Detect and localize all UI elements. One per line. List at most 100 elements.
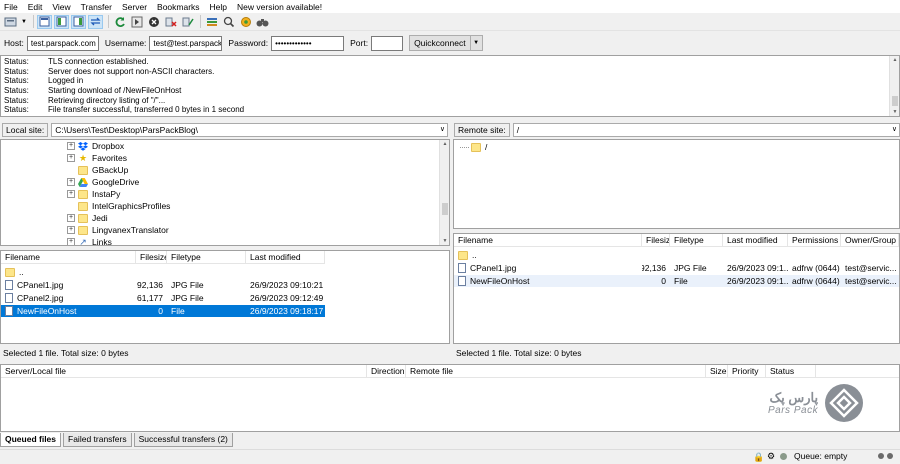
username-input[interactable]: test@test.parspack. (149, 35, 223, 51)
lock-icon[interactable]: 🔒 (753, 452, 764, 463)
col-last-modified[interactable]: Last modified (723, 234, 788, 246)
transfer-status-icon[interactable]: ⚙ (767, 451, 775, 462)
local-site-path-input[interactable]: C:\Users\Test\Desktop\ParsPackBlog\ ∨ (51, 123, 448, 137)
expand-icon[interactable]: + (67, 214, 75, 222)
file-row-selected[interactable]: NewFileOnHost 0 File 26/9/2023 09:18:17 (1, 305, 325, 317)
tree-item[interactable]: IntelGraphicsProfiles (67, 200, 170, 212)
log-scrollbar[interactable]: ▲ ▼ (889, 56, 899, 116)
menu-help[interactable]: Help (210, 2, 227, 12)
scroll-thumb[interactable] (892, 96, 898, 106)
expand-icon[interactable]: + (67, 238, 75, 245)
col-owner-group[interactable]: Owner/Group (841, 234, 899, 246)
menu-server[interactable]: Server (122, 2, 147, 12)
chevron-down-icon[interactable]: ∨ (440, 124, 445, 136)
scroll-down-icon[interactable]: ▼ (440, 237, 449, 245)
local-directory-tree[interactable]: + Dropbox + ★ Favorites GBackUp + GoogleDriv… (0, 139, 450, 246)
col-filesize[interactable]: Filesize (642, 234, 670, 246)
tree-item[interactable]: GBackUp (67, 164, 170, 176)
menu-new-version[interactable]: New version available! (237, 2, 322, 12)
filter-icon[interactable] (204, 15, 219, 29)
file-row[interactable]: CPanel1.jpg 92,136 JPG File 26/9/2023 09… (1, 279, 325, 291)
chevron-down-icon[interactable]: ∨ (892, 124, 897, 136)
port-input[interactable] (371, 35, 404, 51)
col-server-local-file[interactable]: Server/Local file (1, 365, 367, 377)
remote-site-path-input[interactable]: / ∨ (512, 123, 900, 137)
process-queue-icon[interactable] (129, 15, 144, 29)
col-direction[interactable]: Direction (367, 365, 406, 377)
local-tree-scrollbar[interactable]: ▲ ▼ (439, 140, 449, 245)
col-last-modified[interactable]: Last modified (246, 251, 325, 263)
expand-icon[interactable]: + (67, 190, 75, 198)
menu-bookmarks[interactable]: Bookmarks (157, 2, 200, 12)
col-filename[interactable]: Filename (454, 234, 642, 246)
toggle-remote-tree-icon[interactable] (71, 14, 86, 29)
expand-icon[interactable]: + (67, 178, 75, 186)
expand-icon[interactable]: + (67, 154, 75, 162)
compare-icon[interactable] (221, 15, 236, 29)
tree-item[interactable]: + InstaPy (67, 188, 170, 200)
chevron-down-icon[interactable]: ▼ (20, 15, 28, 29)
tree-item[interactable]: + ↗ Links (67, 236, 170, 245)
folder-icon (78, 189, 88, 199)
menu-file[interactable]: File (4, 2, 18, 12)
file-row[interactable]: CPanel2.jpg 61,177 JPG File 26/9/2023 09… (1, 292, 325, 304)
scroll-up-icon[interactable]: ▲ (890, 56, 900, 64)
toggle-queue-icon[interactable] (88, 14, 103, 29)
expand-icon[interactable]: + (67, 142, 75, 150)
tree-item[interactable]: + ★ Favorites (67, 152, 170, 164)
dropbox-icon (78, 141, 88, 151)
cancel-icon[interactable] (146, 15, 161, 29)
remote-directory-tree[interactable]: / (453, 139, 900, 229)
col-remote-file[interactable]: Remote file (406, 365, 706, 377)
menu-view[interactable]: View (52, 2, 70, 12)
speed-limit-icon[interactable] (780, 453, 787, 460)
scroll-up-icon[interactable]: ▲ (440, 140, 449, 148)
tree-item[interactable]: + GoogleDrive (67, 176, 170, 188)
col-permissions[interactable]: Permissions (788, 234, 841, 246)
scroll-thumb[interactable] (442, 203, 448, 215)
reconnect-icon[interactable] (180, 15, 195, 29)
host-input[interactable]: test.parspack.com (26, 35, 99, 51)
col-filename[interactable]: Filename (1, 251, 136, 263)
col-filesize[interactable]: Filesize (136, 251, 167, 263)
site-manager-icon[interactable] (3, 15, 18, 29)
toggle-local-tree-icon[interactable] (54, 14, 69, 29)
log-row: Status: Server does not support non-ASCII… (4, 66, 215, 76)
file-row[interactable]: .. (454, 249, 899, 261)
col-status[interactable]: Status (766, 365, 816, 377)
search-icon[interactable] (255, 15, 270, 29)
file-row[interactable]: CPanel1.jpg 92,136 JPG File 26/9/2023 09… (454, 262, 899, 274)
quickconnect-history-dropdown[interactable]: ▼ (470, 35, 483, 51)
brand-arabic: پارس پک (769, 389, 819, 405)
tab-successful-transfers[interactable]: Successful transfers (2) (133, 433, 233, 447)
file-row-selected[interactable]: NewFileOnHost 0 File 26/9/2023 09:1... a… (454, 275, 899, 287)
tree-item-root[interactable]: / (460, 141, 487, 153)
file-row[interactable]: .. (1, 266, 325, 278)
quickconnect-button[interactable]: Quickconnect (409, 35, 471, 51)
tab-failed-transfers[interactable]: Failed transfers (63, 433, 132, 447)
quickconnect-bar: Host: test.parspack.com Username: test@t… (0, 32, 900, 54)
scroll-down-icon[interactable]: ▼ (890, 108, 900, 116)
local-status: Selected 1 file. Total size: 0 bytes (3, 348, 129, 358)
message-log[interactable]: Status: TLS connection established. Statu… (0, 55, 900, 117)
remote-file-list[interactable]: Filename Filesize Filetype Last modified… (453, 233, 900, 344)
col-size[interactable]: Size (706, 365, 728, 377)
col-filetype[interactable]: Filetype (670, 234, 723, 246)
menu-edit[interactable]: Edit (28, 2, 43, 12)
disconnect-icon[interactable] (163, 15, 178, 29)
expand-icon[interactable]: + (67, 226, 75, 234)
star-icon: ★ (78, 152, 88, 163)
transfer-queue[interactable]: Server/Local file Direction Remote file … (0, 364, 900, 432)
toggle-log-icon[interactable] (37, 14, 52, 29)
col-priority[interactable]: Priority (728, 365, 766, 377)
tree-item[interactable]: + Jedi (67, 212, 170, 224)
menu-transfer[interactable]: Transfer (81, 2, 112, 12)
col-filetype[interactable]: Filetype (167, 251, 246, 263)
refresh-icon[interactable] (112, 15, 127, 29)
tab-queued-files[interactable]: Queued files (0, 433, 62, 447)
password-input[interactable]: ••••••••••••• (271, 35, 345, 51)
tree-item[interactable]: + Dropbox (67, 140, 170, 152)
sync-browse-icon[interactable] (238, 15, 253, 29)
local-file-list[interactable]: Filename Filesize Filetype Last modified… (0, 250, 450, 344)
tree-item[interactable]: + LingvanexTranslator (67, 224, 170, 236)
